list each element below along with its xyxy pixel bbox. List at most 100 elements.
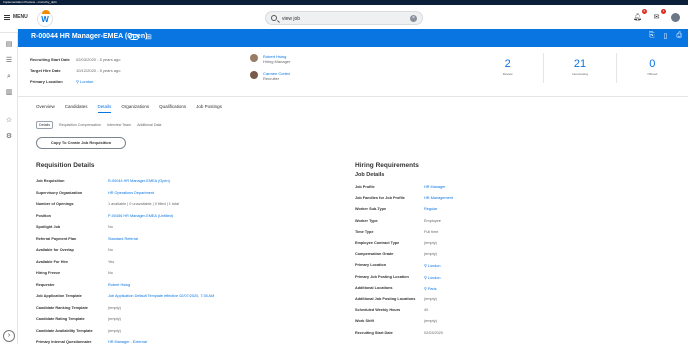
job-details-heading: Job Details (355, 172, 385, 178)
detail-value: (empty) (108, 328, 121, 333)
requisition-details-heading: Requisition Details (36, 162, 95, 169)
export-icon[interactable]: ⎘ (649, 32, 655, 40)
left-navigation: ▤ ☰ ⌕ ▥ ☆ ⚙ › (0, 33, 18, 344)
detail-value: (empty) (424, 241, 437, 245)
pdf-icon[interactable]: ▯ (664, 32, 668, 40)
detail-value: No (108, 248, 113, 252)
detail-label: Requester (36, 282, 55, 287)
tab-bar: Overview Candidates Details Organization… (36, 104, 222, 113)
detail-value: 02/03/2020 (424, 330, 444, 335)
tab-details[interactable]: Details (97, 104, 112, 113)
detail-value[interactable]: ⚲ London (424, 263, 441, 268)
detail-label: Worker Type (355, 218, 378, 223)
settings-icon[interactable]: ⚙ (5, 133, 13, 141)
detail-value[interactable]: HR Manager (424, 185, 446, 189)
detail-label: Job Application Template (36, 294, 82, 298)
tab-qualifications[interactable]: Qualifications (159, 104, 186, 113)
detail-label: Available for Overlap (36, 248, 74, 252)
detail-value[interactable]: HR-Management (424, 196, 453, 200)
tab-overview[interactable]: Overview (36, 104, 55, 113)
subtab-additional-data[interactable]: Additional Data (137, 123, 161, 127)
subtab-bar: Details Requisition Compensation Intervi… (36, 121, 161, 129)
hiring-requirements-heading: Hiring Requirements (355, 162, 419, 169)
detail-value: (empty) (424, 297, 437, 301)
user-avatar[interactable] (671, 13, 680, 22)
detail-value: Full time (424, 229, 439, 234)
star-icon[interactable]: ☆ (5, 117, 13, 125)
detail-label: Scheduled Weekly Hours (355, 308, 401, 313)
detail-value[interactable]: ⚲ London (424, 275, 441, 280)
related-actions-icon[interactable] (129, 34, 139, 40)
copy-requisition-button[interactable]: Copy To Create Job Requisition (36, 137, 126, 149)
detail-label: Available For Hire (36, 259, 69, 264)
detail-value[interactable]: Robert Hsing (108, 283, 130, 287)
detail-label: Employee Contract Type (355, 241, 400, 245)
tab-job-postings[interactable]: Job Postings (196, 104, 222, 113)
subtab-details[interactable]: Details (36, 121, 53, 129)
detail-value[interactable]: Regular (424, 207, 437, 211)
notifications-icon[interactable]: 🔔︎ 6 (633, 9, 647, 22)
detail-label: Candidate Availability Template (36, 328, 93, 333)
tab-organizations[interactable]: Organizations (121, 104, 149, 113)
dashboard-icon[interactable]: ▤ (5, 41, 13, 49)
print-icon[interactable]: ⎙ (676, 32, 682, 40)
subtab-requisition-compensation[interactable]: Requisition Compensation (59, 123, 101, 127)
detail-value[interactable]: Standard Referral (108, 237, 138, 241)
hamburger-icon (4, 14, 10, 20)
target-hire-date: Target Hire Date 10/12/2020 - 5 years ago (30, 68, 121, 73)
inbox-icon[interactable]: ✉︎ 1 (652, 9, 666, 22)
avatar (250, 71, 258, 79)
detail-label: Compensation Grade (355, 252, 394, 257)
detail-value[interactable]: ⚲ Paris (424, 286, 437, 291)
detail-value: No (108, 271, 113, 275)
summary-panel: Recruiting Start Date 02/03/2020 - 5 year… (18, 47, 688, 97)
search-input[interactable]: view job × (265, 11, 423, 25)
inbox-badge: 1 (661, 9, 666, 14)
detail-label: Primary Internal Questionnaire (36, 340, 92, 344)
detail-value: No (108, 225, 113, 229)
search-icon (271, 15, 277, 21)
expand-nav-icon[interactable]: › (3, 330, 15, 342)
stat-review[interactable]: 2 Review (472, 53, 545, 83)
stat-interviewing[interactable]: 21 Interviewing (544, 53, 617, 83)
detail-label: Primary Location (355, 263, 387, 268)
detail-label: Time Type (355, 229, 374, 234)
search-nav-icon[interactable]: ⌕ (5, 73, 13, 81)
org-chart-icon[interactable]: ⊞ (146, 33, 152, 41)
detail-label: Job Profile (355, 185, 375, 189)
detail-label: Candidate Rating Template (36, 317, 85, 321)
detail-label: Spotlight Job (36, 225, 61, 229)
detail-value[interactable]: HR Manager - External (108, 340, 147, 344)
detail-value: (empty) (424, 319, 437, 324)
recruiting-start-date: Recruiting Start Date 02/03/2020 - 5 year… (30, 57, 121, 62)
avatar (250, 54, 258, 62)
detail-label: Work Shift (355, 319, 374, 324)
workday-logo[interactable]: W (37, 10, 53, 27)
detail-label: Number of Openings (36, 202, 74, 206)
detail-value: Employee (424, 218, 441, 223)
detail-value: (empty) (108, 317, 121, 321)
candidate-stats: 2 Review 21 Interviewing 0 Offered (472, 53, 688, 83)
detail-label: Supervisory Organization (36, 190, 83, 195)
detail-label: Additional Job Posting Locations (355, 297, 416, 301)
detail-value[interactable]: R-00044 HR Manager-EMEA (Open) (108, 179, 170, 183)
stat-offered[interactable]: 0 Offered (617, 53, 688, 83)
detail-label: Position (36, 213, 51, 218)
menu-label: MENU (13, 14, 28, 20)
tab-candidates[interactable]: Candidates (65, 104, 88, 113)
detail-value: (empty) (424, 252, 437, 257)
menu-button[interactable]: MENU (4, 14, 28, 20)
clear-search-icon[interactable]: × (410, 15, 417, 22)
subtab-interview-team[interactable]: Interview Team (107, 123, 131, 127)
chart-icon[interactable]: ▥ (5, 89, 13, 97)
detail-value[interactable]: P-00456 HR Manager-EMEA (Unfilled) (108, 214, 173, 218)
detail-value[interactable]: Job Application Default Template effecti… (108, 294, 214, 298)
detail-value: (empty) (108, 305, 121, 310)
detail-value: 40 (424, 308, 429, 313)
detail-value: 1 available | 0 unavailable | 0 filled |… (108, 202, 180, 206)
detail-label: Primary Job Posting Location (355, 274, 409, 279)
list-icon[interactable]: ☰ (5, 57, 13, 65)
detail-label: Job Families for Job Profile (355, 196, 405, 201)
detail-label: Additional Locations (355, 285, 393, 290)
detail-value[interactable]: HR Operations Department (108, 191, 154, 195)
